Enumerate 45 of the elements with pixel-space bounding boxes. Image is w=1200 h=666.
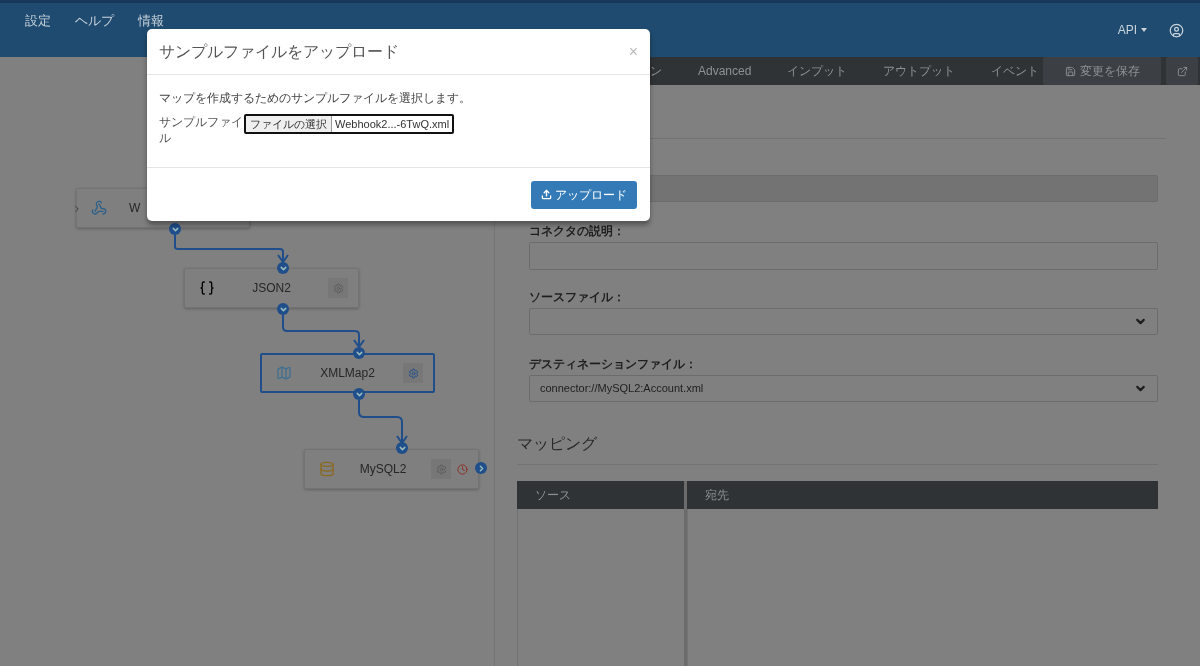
column-header: 宛先 [687, 481, 1158, 509]
port-icon[interactable] [396, 442, 408, 454]
node-label: MySQL2 [358, 461, 408, 478]
port-icon[interactable] [353, 347, 365, 359]
gear-icon [407, 367, 419, 379]
file-input[interactable]: ファイルの選択 Webhook2...-6TwQ.xml [244, 114, 455, 134]
node-label: W [129, 200, 141, 217]
external-link-icon [1176, 65, 1188, 77]
expand-icon[interactable] [72, 204, 82, 214]
tab[interactable]: イベント [991, 62, 1040, 80]
save-icon [1064, 65, 1076, 77]
save-button[interactable]: 変更を保存 [1043, 57, 1161, 85]
node-label: XMLMap2 [319, 365, 376, 382]
field-label: ソースファイル： [529, 289, 626, 306]
map-icon [276, 365, 292, 381]
node-label: JSON2 [251, 280, 292, 297]
field-label: サンプルファイル [159, 114, 244, 146]
upload-icon [541, 189, 552, 200]
user-icon[interactable] [1169, 22, 1184, 38]
connector-arrow [358, 399, 408, 445]
braces-icon [199, 280, 215, 296]
dialog-title: サンプルファイルをアップロード [159, 41, 399, 62]
webhook-icon [91, 200, 107, 216]
port-icon[interactable] [277, 262, 289, 274]
gear-icon [435, 463, 447, 475]
section-heading: マッピング [517, 434, 598, 454]
api-menu[interactable]: API [1117, 21, 1147, 39]
column-header: ソース [517, 481, 684, 509]
destination-select[interactable]: connector://MySQL2:Account.xml [529, 375, 1158, 402]
open-external-button[interactable] [1166, 57, 1198, 85]
gear-icon [332, 282, 344, 294]
flow-node[interactable]: JSON2 [184, 268, 359, 308]
nav-link[interactable]: ヘルプ [75, 11, 114, 31]
field-label: コネクタの説明： [529, 223, 626, 240]
database-icon [319, 461, 335, 477]
nav-link[interactable]: 情報 [138, 11, 164, 31]
tab[interactable]: インプット [787, 62, 848, 80]
tab[interactable]: Advanced [698, 62, 752, 80]
tab[interactable]: ン [650, 62, 662, 80]
nav-link[interactable]: 設定 [25, 11, 51, 31]
dialog-message: マップを作成するためのサンプルファイルを選択します。 [159, 90, 472, 107]
flow-node[interactable]: XMLMap2 [260, 353, 435, 393]
field-label: デスティネーションファイル： [529, 356, 698, 373]
tab[interactable]: アウトプット [883, 62, 956, 80]
upload-button[interactable]: アップロード [531, 180, 637, 209]
